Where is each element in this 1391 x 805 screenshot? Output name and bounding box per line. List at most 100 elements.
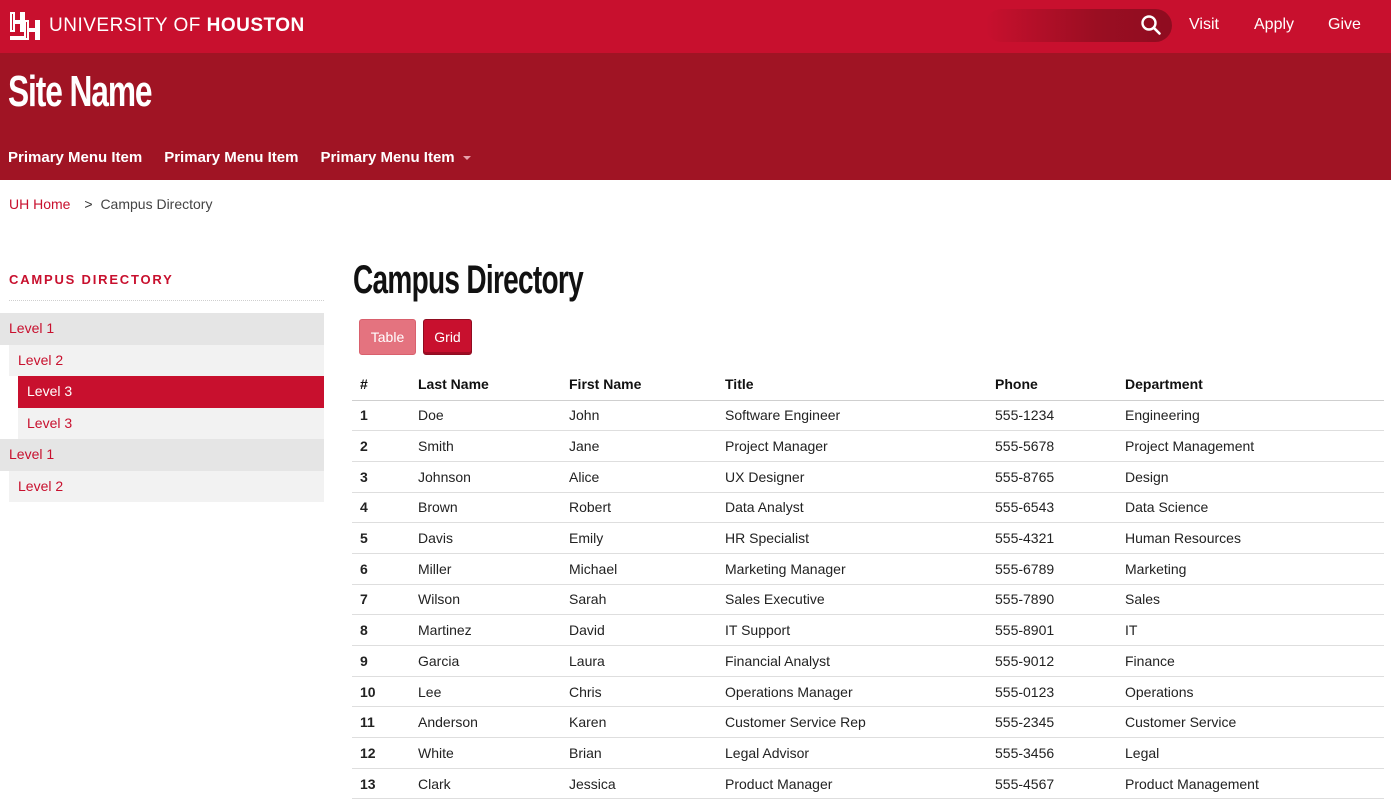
last-name-cell: Anderson — [418, 706, 569, 739]
grid-view-button[interactable]: Grid — [423, 319, 472, 355]
visit-link[interactable]: Visit — [1189, 16, 1219, 34]
phone-cell: 555-7890 — [995, 584, 1125, 616]
phone-cell: 555-8901 — [995, 614, 1125, 646]
title-cell: Financial Analyst — [725, 645, 995, 677]
row-number: 4 — [352, 492, 418, 524]
table-row[interactable]: 2 Smith Jane Project Manager 555-5678 Project… — [352, 430, 1384, 462]
table-row[interactable]: 4 Brown Robert Data Analyst 555-6543 Data Sci… — [352, 492, 1384, 524]
row-number: 12 — [352, 737, 418, 769]
row-number: 3 — [352, 461, 418, 493]
first-name-cell: Emily — [569, 522, 725, 554]
sidebar-item-level-3[interactable]: Level 3 — [18, 407, 324, 439]
primary-menu-label: Primary Menu Item — [320, 149, 455, 166]
chevron-down-icon — [462, 155, 471, 160]
page-title: Campus Directory — [353, 258, 584, 302]
primary-menu-item-1[interactable]: Primary Menu Item — [8, 149, 142, 166]
title-cell: UX Designer — [725, 461, 995, 493]
table-row[interactable]: 1 Doe John Software Engineer 555-1234 Enginee… — [352, 400, 1384, 432]
phone-cell: 555-1234 — [995, 400, 1125, 432]
phone-cell: 555-8765 — [995, 461, 1125, 493]
title-cell: HR Specialist — [725, 522, 995, 554]
university-brand[interactable]: UNIVERSITY OF HOUSTON — [9, 11, 305, 41]
table-row[interactable]: 9 Garcia Laura Financial Analyst 555-9012 Fin… — [352, 645, 1384, 677]
primary-menu-label: Primary Menu Item — [8, 149, 143, 166]
university-wordmark: UNIVERSITY OF HOUSTON — [49, 15, 305, 37]
department-cell: Project Management — [1125, 430, 1384, 462]
column-header-number[interactable]: # — [352, 369, 418, 401]
sidebar-item-level-2[interactable]: Level 2 — [9, 344, 324, 376]
last-name-cell: Clark — [418, 768, 569, 800]
table-row[interactable]: 7 Wilson Sarah Sales Executive 555-7890 Sales — [352, 584, 1384, 616]
uh-logo-icon — [10, 12, 40, 40]
title-cell: Data Analyst — [725, 492, 995, 524]
primary-menu-item-2[interactable]: Primary Menu Item — [164, 149, 298, 166]
table-row[interactable]: 3 Johnson Alice UX Designer 555-8765 Design — [352, 461, 1384, 493]
phone-cell: 555-6789 — [995, 553, 1125, 585]
phone-cell: 555-4567 — [995, 768, 1125, 800]
phone-cell: 555-5678 — [995, 430, 1125, 462]
table-header-row: # Last Name First Name Title Phone Depar… — [352, 369, 1384, 401]
sidebar-title[interactable]: CAMPUS DIRECTORY — [9, 272, 174, 287]
row-number: 11 — [352, 706, 418, 739]
sidebar-divider — [9, 300, 324, 301]
table-row[interactable]: 10 Lee Chris Operations Manager 555-0123 Oper… — [352, 676, 1384, 708]
title-cell: Software Engineer — [725, 400, 995, 432]
sidebar-item-level-1[interactable]: Level 1 — [0, 439, 324, 471]
first-name-cell: John — [569, 400, 725, 432]
department-cell: IT — [1125, 614, 1384, 646]
table-row[interactable]: 13 Clark Jessica Product Manager 555-4567 Pro… — [352, 768, 1384, 800]
department-cell: Finance — [1125, 645, 1384, 677]
sidebar-item-level-1[interactable]: Level 1 — [0, 313, 324, 345]
title-cell: IT Support — [725, 614, 995, 646]
last-name-cell: White — [418, 737, 569, 769]
first-name-cell: Jessica — [569, 768, 725, 800]
first-name-cell: Karen — [569, 706, 725, 739]
wordmark-light: UNIVERSITY OF — [49, 15, 201, 36]
column-header-title[interactable]: Title — [725, 369, 995, 401]
first-name-cell: Sarah — [569, 584, 725, 616]
phone-cell: 555-0123 — [995, 676, 1125, 708]
first-name-cell: Chris — [569, 676, 725, 708]
site-name[interactable]: Site Name — [8, 67, 153, 117]
search-icon[interactable] — [1139, 13, 1163, 37]
row-number: 9 — [352, 645, 418, 677]
table-row[interactable]: 12 White Brian Legal Advisor 555-3456 Legal — [352, 737, 1384, 769]
column-header-first-name[interactable]: First Name — [569, 369, 725, 401]
sidebar-item-level-2[interactable]: Level 2 — [9, 470, 324, 502]
last-name-cell: Brown — [418, 492, 569, 524]
table-row[interactable]: 11 Anderson Karen Customer Service Rep 555-2… — [352, 706, 1384, 739]
breadcrumb-home-link[interactable]: UH Home — [9, 196, 70, 212]
last-name-cell: Davis — [418, 522, 569, 554]
last-name-cell: Martinez — [418, 614, 569, 646]
breadcrumb-current: Campus Directory — [100, 196, 213, 212]
apply-link[interactable]: Apply — [1254, 16, 1294, 34]
last-name-cell: Smith — [418, 430, 569, 462]
department-cell: Sales — [1125, 584, 1384, 616]
first-name-cell: Brian — [569, 737, 725, 769]
phone-cell: 555-4321 — [995, 522, 1125, 554]
column-header-last-name[interactable]: Last Name — [418, 369, 569, 401]
phone-cell: 555-2345 — [995, 706, 1125, 739]
title-cell: Marketing Manager — [725, 553, 995, 585]
give-link[interactable]: Give — [1328, 16, 1361, 34]
table-row[interactable]: 5 Davis Emily HR Specialist 555-4321 Human Re… — [352, 522, 1384, 554]
row-number: 8 — [352, 614, 418, 646]
row-number: 7 — [352, 584, 418, 616]
last-name-cell: Doe — [418, 400, 569, 432]
sidebar-item-level-3-active[interactable]: Level 3 — [18, 376, 324, 408]
column-header-department[interactable]: Department — [1125, 369, 1384, 401]
breadcrumb: UH Home > Campus Directory — [9, 196, 212, 212]
phone-cell: 555-9012 — [995, 645, 1125, 677]
department-cell: Engineering — [1125, 400, 1384, 432]
table-row[interactable]: 6 Miller Michael Marketing Manager 555-6789 M… — [352, 553, 1384, 585]
table-view-button[interactable]: Table — [359, 319, 416, 355]
column-header-phone[interactable]: Phone — [995, 369, 1125, 401]
department-cell: Product Management — [1125, 768, 1384, 800]
row-number: 13 — [352, 768, 418, 800]
table-row[interactable]: 8 Martinez David IT Support 555-8901 IT — [352, 614, 1384, 646]
primary-menu-label: Primary Menu Item — [164, 149, 299, 166]
primary-menu-item-3[interactable]: Primary Menu Item — [320, 149, 471, 166]
first-name-cell: David — [569, 614, 725, 646]
last-name-cell: Wilson — [418, 584, 569, 616]
first-name-cell: Laura — [569, 645, 725, 677]
